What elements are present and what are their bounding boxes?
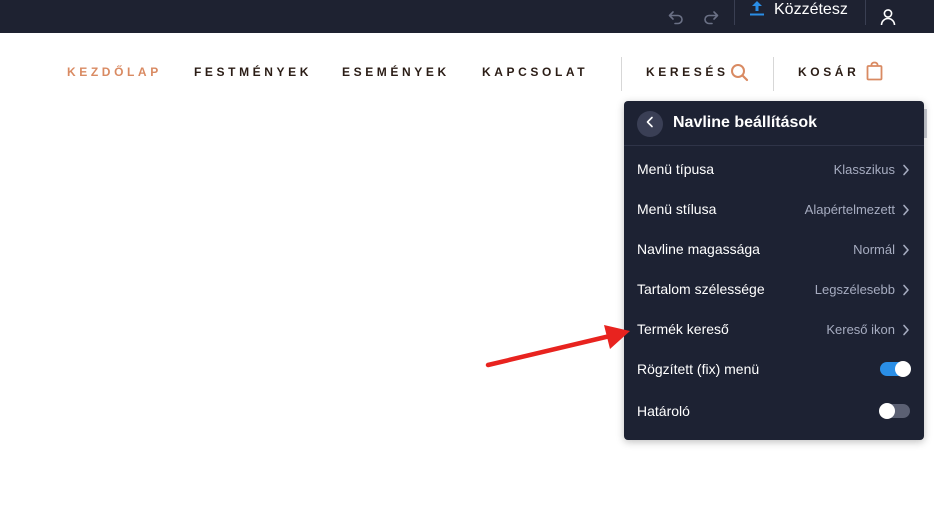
setting-navline-height[interactable]: Navline magassága Normál bbox=[624, 229, 924, 269]
setting-menu-type[interactable]: Menü típusa Klasszikus bbox=[624, 149, 924, 189]
nav-divider bbox=[773, 57, 774, 91]
panel-header: Navline beállítások bbox=[624, 101, 924, 146]
border-toggle[interactable] bbox=[879, 403, 910, 419]
panel-title: Navline beállítások bbox=[673, 114, 818, 131]
publish-button[interactable]: Közzétesz bbox=[748, 0, 848, 20]
setting-border: Határoló bbox=[624, 391, 924, 431]
setting-menu-style[interactable]: Menü stílusa Alapértelmezett bbox=[624, 189, 924, 229]
setting-label: Navline magassága bbox=[637, 241, 760, 257]
user-icon[interactable] bbox=[877, 0, 899, 33]
setting-value: Legszélesebb bbox=[814, 282, 895, 297]
nav-link-events[interactable]: ESEMÉNYEK bbox=[342, 66, 450, 78]
setting-product-search[interactable]: Termék kereső Kereső ikon bbox=[624, 309, 924, 349]
setting-label: Termék kereső bbox=[637, 321, 729, 337]
setting-value: Normál bbox=[853, 242, 895, 257]
undo-icon[interactable] bbox=[666, 0, 686, 33]
shopping-bag-icon[interactable] bbox=[866, 61, 883, 86]
editor-toolbar: Közzétesz bbox=[0, 0, 934, 33]
publish-label: Közzétesz bbox=[774, 1, 848, 18]
redo-icon[interactable] bbox=[701, 0, 721, 33]
fixed-menu-toggle[interactable] bbox=[880, 361, 911, 377]
setting-content-width[interactable]: Tartalom szélessége Legszélesebb bbox=[624, 269, 924, 309]
toolbar-divider bbox=[865, 0, 866, 25]
nav-link-home[interactable]: KEZDŐLAP bbox=[67, 66, 162, 78]
search-icon[interactable] bbox=[730, 63, 749, 87]
setting-label: Tartalom szélessége bbox=[637, 281, 765, 297]
nav-divider bbox=[621, 57, 622, 91]
chevron-right-icon bbox=[902, 243, 910, 261]
setting-label: Rögzített (fix) menü bbox=[637, 361, 760, 377]
nav-search-link[interactable]: KERESÉS bbox=[646, 66, 729, 78]
setting-label: Határoló bbox=[637, 403, 690, 419]
setting-fixed-menu: Rögzített (fix) menü bbox=[624, 349, 924, 389]
back-button[interactable] bbox=[637, 111, 663, 137]
chevron-right-icon bbox=[902, 323, 910, 341]
chevron-right-icon bbox=[902, 163, 910, 181]
chevron-right-icon bbox=[902, 283, 910, 301]
chevron-right-icon bbox=[902, 203, 910, 221]
setting-value: Alapértelmezett bbox=[804, 202, 895, 217]
navline-settings-panel: Navline beállítások Menü típusa Klasszik… bbox=[624, 101, 924, 440]
setting-value: Kereső ikon bbox=[826, 322, 895, 337]
toolbar-divider bbox=[734, 0, 735, 25]
setting-value: Klasszikus bbox=[833, 162, 895, 177]
setting-label: Menü stílusa bbox=[637, 201, 717, 217]
chevron-left-icon bbox=[645, 115, 655, 133]
nav-link-contact[interactable]: KAPCSOLAT bbox=[482, 66, 588, 78]
annotation-arrow-icon bbox=[485, 325, 630, 368]
upload-icon bbox=[748, 0, 766, 22]
setting-label: Menü típusa bbox=[637, 161, 715, 177]
nav-cart-link[interactable]: KOSÁR bbox=[798, 66, 859, 78]
nav-link-paintings[interactable]: FESTMÉNYEK bbox=[194, 66, 312, 78]
hidden-panel-edge bbox=[924, 109, 927, 138]
